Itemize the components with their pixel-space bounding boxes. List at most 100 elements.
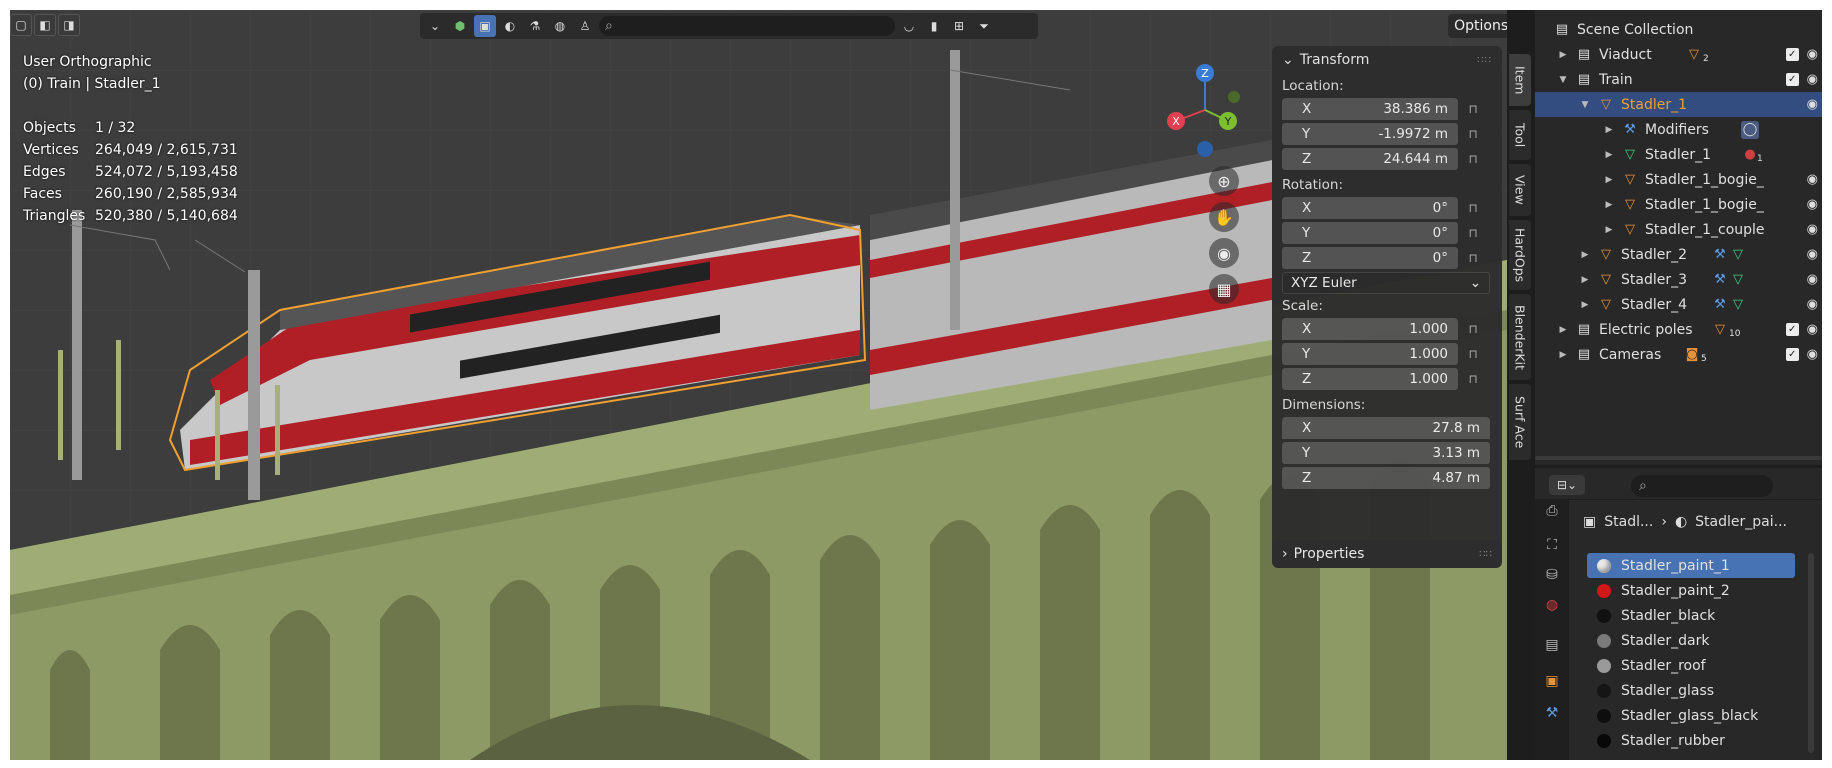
object-icon[interactable]: ▣ xyxy=(1543,672,1561,690)
brush-icon[interactable]: ♙ xyxy=(574,15,596,37)
ortho-grid-icon[interactable]: ▦ xyxy=(1209,274,1239,304)
outliner-row-stadler-1[interactable]: ▼ ▽ Stadler_1 ◉ xyxy=(1535,92,1822,117)
dimensions-y-input[interactable]: Y 3.13 m xyxy=(1282,442,1490,464)
gizmo-neg-y-axis[interactable] xyxy=(1228,91,1240,103)
material-slot[interactable]: Stadler_glass_black xyxy=(1587,703,1795,728)
material-slot[interactable]: Stadler_paint_2 xyxy=(1587,578,1795,603)
transform-panel-header[interactable]: ⌄ Transform ∷∷ xyxy=(1272,46,1502,74)
unlock-icon[interactable]: ⊓ xyxy=(1458,102,1488,116)
scale-x-input[interactable]: X 1.000 xyxy=(1282,318,1458,340)
shading-render-icon[interactable]: ◍ xyxy=(549,15,571,37)
expand-arrow-icon[interactable]: ▶ xyxy=(1557,325,1569,335)
shading-wire-icon[interactable]: ⚗ xyxy=(524,15,546,37)
scale-z-input[interactable]: Z 1.000 xyxy=(1282,368,1458,390)
outliner-row-stadler-1-mesh[interactable]: ▶ ▽ Stadler_1 ● 1 xyxy=(1535,142,1822,167)
unlock-icon[interactable]: ⊓ xyxy=(1458,201,1488,215)
filter-icon[interactable]: ⏷ xyxy=(973,15,995,37)
material-slot[interactable]: Stadler_roof xyxy=(1587,653,1795,678)
location-y-input[interactable]: Y -1.9972 m xyxy=(1282,123,1458,145)
collection-icon[interactable]: ▤ xyxy=(1543,636,1561,654)
expand-arrow-icon[interactable]: ▶ xyxy=(1579,250,1591,260)
eye-icon[interactable]: ◉ xyxy=(1807,97,1818,112)
unlock-icon[interactable]: ⊓ xyxy=(1458,322,1488,336)
editor-type-dropdown[interactable]: ⊟⌄ xyxy=(1549,475,1585,495)
unlock-icon[interactable]: ⊓ xyxy=(1458,127,1488,141)
zoom-icon[interactable]: ⊕ xyxy=(1209,166,1239,196)
dimensions-z-input[interactable]: Z 4.87 m xyxy=(1282,467,1490,489)
eye-icon[interactable]: ◉ xyxy=(1807,197,1818,212)
outliner-row-stadler-4[interactable]: ▶ ▽ Stadler_4 ⚒ ▽ ◉ xyxy=(1535,292,1822,317)
output-icon[interactable]: ⛁ xyxy=(1543,566,1561,584)
outliner-row-scene-collection[interactable]: ▤ Scene Collection xyxy=(1535,17,1822,42)
gizmo-neg-z-axis[interactable] xyxy=(1197,141,1213,157)
outliner-row-bogie-2[interactable]: ▶ ▽ Stadler_1_bogie_ ◉ xyxy=(1535,192,1822,217)
exclude-checkbox[interactable]: ✓ xyxy=(1785,348,1799,361)
expand-arrow-icon[interactable]: ▶ xyxy=(1579,275,1591,285)
scale-y-input[interactable]: Y 1.000 xyxy=(1282,343,1458,365)
expand-arrow-icon[interactable]: ▶ xyxy=(1603,150,1615,160)
eye-icon[interactable]: ◉ xyxy=(1807,247,1818,262)
outliner-row-modifiers[interactable]: ▶ ⚒ Modifiers ◯ xyxy=(1535,117,1822,142)
camera-icon[interactable]: ◉ xyxy=(1209,238,1239,268)
pan-hand-icon[interactable]: ✋ xyxy=(1209,202,1239,232)
shading-material-icon[interactable]: ◐ xyxy=(499,15,521,37)
eye-icon[interactable]: ◉ xyxy=(1807,72,1818,87)
exclude-checkbox[interactable]: ✓ xyxy=(1785,323,1799,336)
collapse-arrow-icon[interactable]: ▼ xyxy=(1579,100,1591,110)
expand-arrow-icon[interactable]: ▶ xyxy=(1603,175,1615,185)
dimensions-x-input[interactable]: X 27.8 m xyxy=(1282,417,1490,439)
tool-icon[interactable]: ⎙ xyxy=(1543,502,1561,520)
rotation-mode-select[interactable]: XYZ Euler ⌄ xyxy=(1282,272,1490,294)
render-icon[interactable]: ⛶ xyxy=(1543,536,1561,554)
exclude-checkbox[interactable]: ✓ xyxy=(1785,73,1799,86)
expand-arrow-icon[interactable]: ▶ xyxy=(1557,50,1569,60)
hierarchy-icon[interactable]: ⊞ xyxy=(948,15,970,37)
outliner-row-bogie-1[interactable]: ▶ ▽ Stadler_1_bogie_ ◉ xyxy=(1535,167,1822,192)
material-slot[interactable]: Stadler_glass xyxy=(1587,678,1795,703)
tab-tool[interactable]: Tool xyxy=(1509,110,1531,160)
expand-arrow-icon[interactable]: ▶ xyxy=(1579,300,1591,310)
outliner-row-stadler-2[interactable]: ▶ ▽ Stadler_2 ⚒ ▽ ◉ xyxy=(1535,242,1822,267)
wrench-icon[interactable]: ⚒ xyxy=(1543,704,1561,722)
outliner-row-train[interactable]: ▼ ▤ Train ✓ ◉ xyxy=(1535,67,1822,92)
unlock-icon[interactable]: ⊓ xyxy=(1458,251,1488,265)
navigation-gizmo[interactable]: Z X Y xyxy=(1150,55,1260,165)
tab-item[interactable]: Item xyxy=(1509,54,1531,106)
expand-arrow-icon[interactable]: ▶ xyxy=(1603,200,1615,210)
properties-search-input[interactable]: ⌕ xyxy=(1631,475,1773,497)
chevron-down-icon[interactable]: ⌄ xyxy=(424,15,446,37)
expand-arrow-icon[interactable]: ▶ xyxy=(1603,125,1615,135)
eye-icon[interactable]: ◉ xyxy=(1807,297,1818,312)
tab-hardops[interactable]: HardOps xyxy=(1509,220,1531,290)
outliner-scrollbar[interactable] xyxy=(1535,454,1822,462)
material-slot[interactable]: Stadler_black xyxy=(1587,603,1795,628)
rotation-x-input[interactable]: X 0° xyxy=(1282,197,1458,219)
eye-icon[interactable]: ◉ xyxy=(1807,347,1818,362)
outliner-row-cameras[interactable]: ▶ ▤ Cameras ◙ 5 ✓ ◉ xyxy=(1535,342,1822,367)
gizmo-toggle-icon[interactable]: ⬢ xyxy=(449,15,471,37)
tab-surf-ace[interactable]: Surf Ace xyxy=(1509,384,1531,460)
unlock-icon[interactable]: ⊓ xyxy=(1458,152,1488,166)
rotation-y-input[interactable]: Y 0° xyxy=(1282,222,1458,244)
properties-subpanel-header[interactable]: › Properties ∷∷ xyxy=(1272,540,1502,568)
exclude-checkbox[interactable]: ✓ xyxy=(1785,48,1799,61)
options-dropdown[interactable]: Options ⌄ xyxy=(1448,14,1507,38)
unlock-icon[interactable]: ⊓ xyxy=(1458,347,1488,361)
tab-blenderkit[interactable]: BlenderKit xyxy=(1509,294,1531,380)
location-z-input[interactable]: Z 24.644 m xyxy=(1282,148,1458,170)
material-slot[interactable]: Stadler_paint_1 xyxy=(1587,553,1795,578)
location-x-input[interactable]: X 38.386 m xyxy=(1282,98,1458,120)
collapse-arrow-icon[interactable]: ▼ xyxy=(1557,75,1569,85)
expand-arrow-icon[interactable]: ▶ xyxy=(1603,225,1615,235)
material-list-scrollbar[interactable] xyxy=(1808,553,1814,753)
expand-arrow-icon[interactable]: ▶ xyxy=(1557,350,1569,360)
outliner-row-electric-poles[interactable]: ▶ ▤ Electric poles ▽ 10 ✓ ◉ xyxy=(1535,317,1822,342)
unlock-icon[interactable]: ⊓ xyxy=(1458,372,1488,386)
viewport-search-input[interactable]: ⌕ xyxy=(599,16,895,36)
eye-icon[interactable]: ◉ xyxy=(1807,272,1818,287)
eye-icon[interactable]: ◉ xyxy=(1807,222,1818,237)
outliner-row-viaduct[interactable]: ▶ ▤ Viaduct ▽ 2 ✓ ◉ xyxy=(1535,42,1822,67)
select-box-icon[interactable]: ▢ xyxy=(10,14,32,36)
material-slot[interactable]: Stadler_dark xyxy=(1587,628,1795,653)
3d-viewport[interactable]: ▢ ◧ ◨ ⌄ ⬢ ▣ ◐ ⚗ ◍ ♙ ⌕ ◡ ▮ ⊞ ⏷ Options ⌄ xyxy=(10,10,1507,760)
